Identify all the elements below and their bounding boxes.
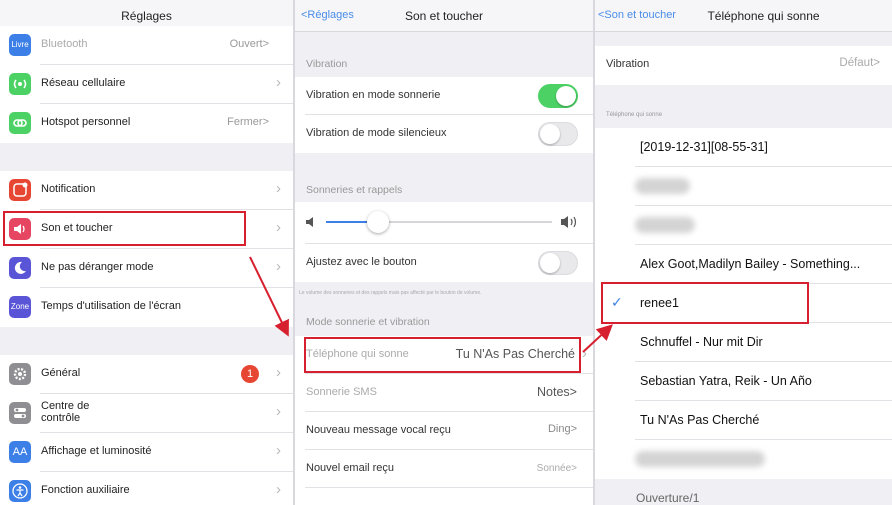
- arrow-to-selected-tone: [582, 324, 613, 353]
- annotation-arrows: [249, 256, 613, 353]
- arrow-to-ringtone-row: [249, 256, 289, 337]
